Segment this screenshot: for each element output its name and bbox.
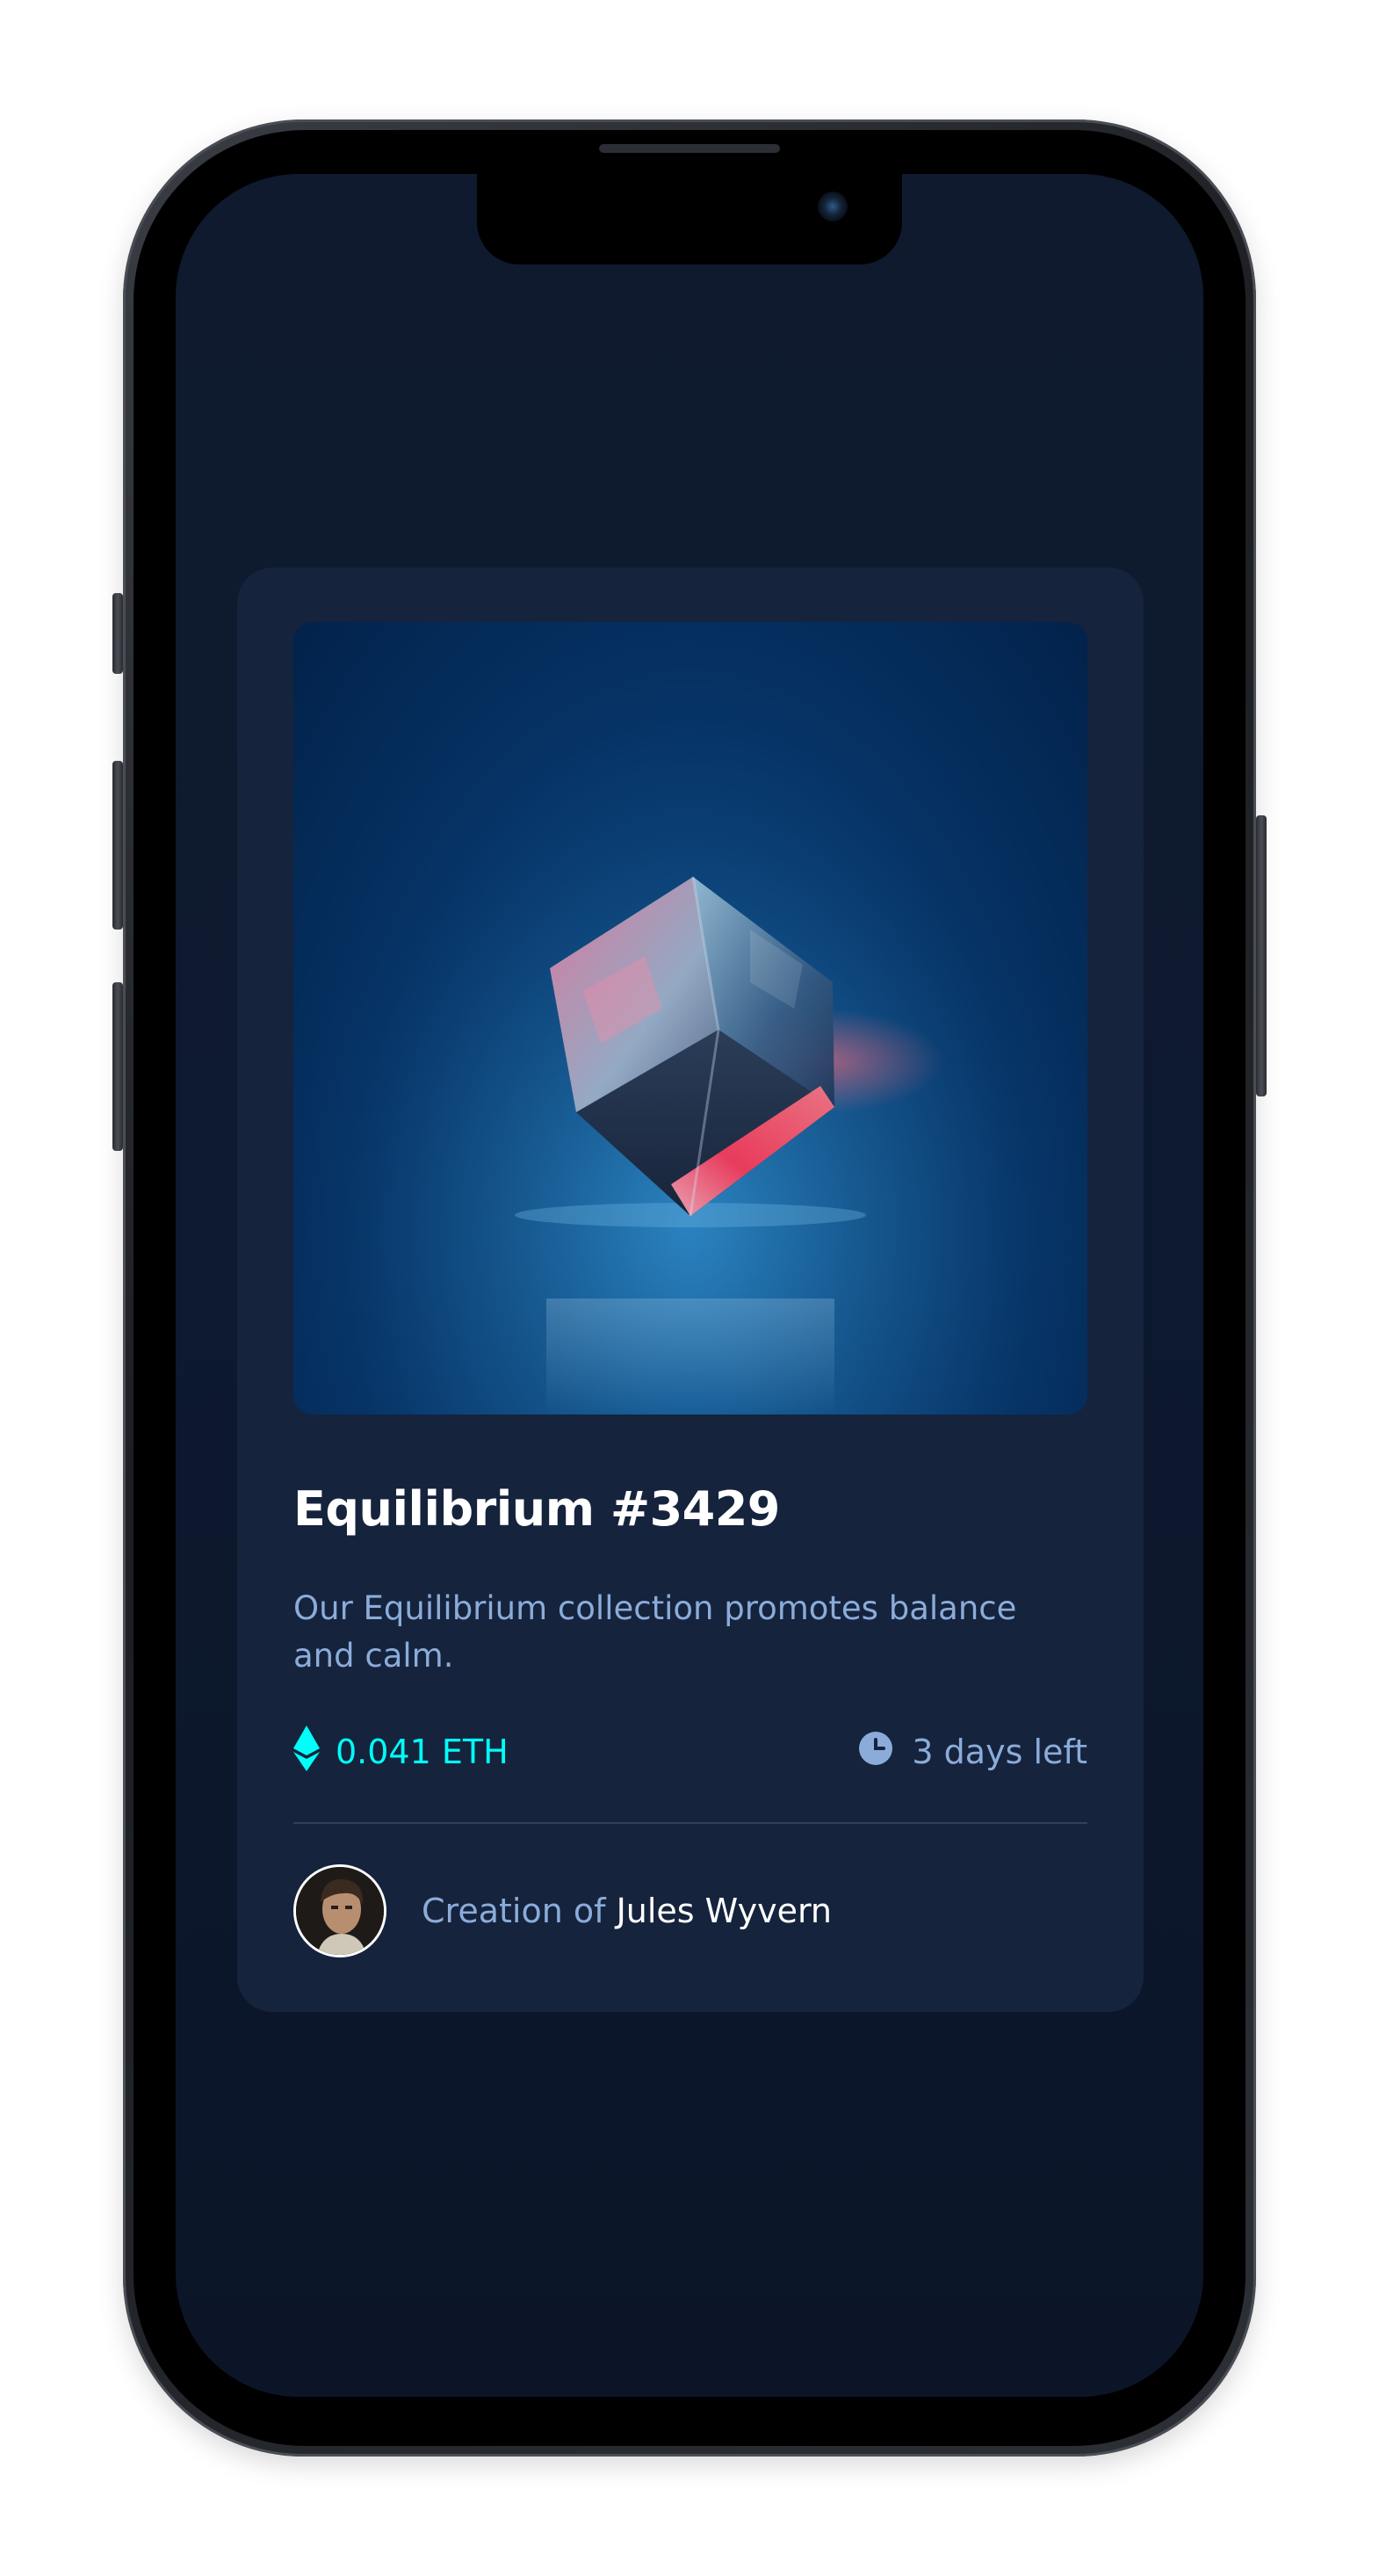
ethereum-icon [293,1725,320,1779]
time-left: 3 days left [859,1726,1087,1778]
price-value: 0.041 ETH [336,1733,509,1771]
nft-stats: 0.041 ETH 3 days left [293,1725,1087,1779]
creator-name-link[interactable]: Jules Wyvern [617,1892,832,1930]
volume-down-button [112,982,123,1151]
divider [293,1822,1087,1824]
time-left-value: 3 days left [912,1733,1087,1771]
cube-artwork [293,622,1087,1415]
clock-icon [859,1731,893,1773]
phone-screen: Equilibrium #3429 Our Equilibrium collec… [176,174,1203,2397]
creator-avatar [293,1864,386,1957]
nft-image[interactable] [293,622,1087,1415]
creator-row: Creation of Jules Wyvern [293,1864,832,1957]
creator-prefix: Creation of [422,1892,606,1930]
price: 0.041 ETH [293,1725,509,1779]
silent-switch [112,593,123,674]
camera-icon [818,192,848,221]
notch [477,174,902,264]
nft-title[interactable]: Equilibrium #3429 [293,1481,780,1537]
power-button [1256,815,1267,1096]
nft-description: Our Equilibrium collection promotes bala… [293,1589,1017,1675]
volume-up-button [112,761,123,930]
speaker-grille [599,144,780,153]
nft-preview-card: Equilibrium #3429 Our Equilibrium collec… [237,568,1144,2012]
creator-label: Creation of Jules Wyvern [422,1892,832,1930]
